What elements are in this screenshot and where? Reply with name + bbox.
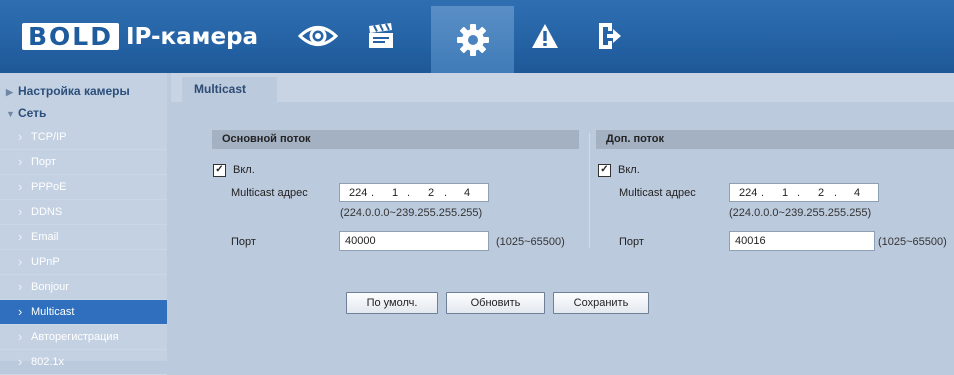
ip-dot: . [407,187,411,199]
sidebar: ▶Настройка камеры ▼Сеть TCP/IP Порт PPPo… [0,73,167,375]
logout-icon [599,23,621,49]
sidebar-group-camera[interactable]: ▶ Настройка камеры [0,79,167,103]
sidebar-group-network[interactable]: ▼ Сеть [0,101,167,125]
tab-multicast[interactable]: Multicast [182,77,277,102]
section-divider [589,133,590,248]
brand-logo: BOLD IP-камера [22,23,259,51]
playback-nav[interactable] [360,14,402,58]
sub-stream-port-input[interactable]: 40016 [729,231,875,251]
logo-mark: BOLD [22,23,119,51]
default-button[interactable]: По умолч. [346,292,438,314]
top-header: BOLD IP-камера [0,0,954,73]
app-title: IP-камера [126,23,259,50]
sidebar-item-pppoe[interactable]: PPPoE [0,175,167,200]
ip-octet: 224 [349,187,368,199]
main-stream-enable-checkbox[interactable]: ✓ [213,164,226,177]
ip-octet: 224 [739,187,758,199]
sidebar-group-label: Настройка камеры [18,84,130,98]
tab-bar: Multicast [171,73,954,102]
ip-octet: 1 [782,187,789,199]
ip-octet: 4 [854,187,861,199]
sidebar-item-email[interactable]: Email [0,225,167,250]
refresh-button[interactable]: Обновить [446,292,545,314]
main-stream-address-label: Multicast адрес [231,187,308,199]
sub-stream-address-label: Multicast адрес [619,187,696,199]
sidebar-item-ddns[interactable]: DDNS [0,200,167,225]
sidebar-item-multicast[interactable]: Multicast [0,300,167,325]
sub-stream-enable-label: Вкл. [618,164,640,176]
eye-icon [298,26,338,46]
logout-nav[interactable] [588,14,630,58]
live-view-nav[interactable] [297,14,339,58]
sub-stream-ip-range: (224.0.0.0~239.255.255.255) [729,207,872,219]
sidebar-item-upnp[interactable]: UPnP [0,250,167,275]
alarm-nav[interactable] [524,14,566,58]
save-button[interactable]: Сохранить [553,292,649,314]
main-content: Multicast Основной поток ✓ Вкл. Multicas… [171,73,954,361]
sidebar-item-autoregister[interactable]: Авторегистрация [0,325,167,350]
sub-stream-port-range: (1025~65500) [878,236,947,248]
main-stream-port-input[interactable]: 40000 [339,231,489,251]
clapperboard-icon [369,23,393,48]
ip-dot: . [761,187,765,199]
ip-dot: . [371,187,375,199]
main-stream-ip-range: (224.0.0.0~239.255.255.255) [340,207,483,219]
main-stream-header: Основной поток [212,130,579,149]
ip-octet: 4 [464,187,471,199]
main-stream-port-label: Порт [231,236,256,248]
ip-octet: 2 [428,187,435,199]
ip-dot: . [797,187,801,199]
caret-down-icon: ▼ [6,109,15,119]
ip-dot: . [444,187,448,199]
sub-stream-port-label: Порт [619,236,644,248]
sidebar-item-port[interactable]: Порт [0,150,167,175]
sidebar-item-bonjour[interactable]: Bonjour [0,275,167,300]
ip-octet: 2 [818,187,825,199]
ip-octet: 1 [392,187,399,199]
sidebar-group-label: Сеть [18,106,47,120]
settings-nav[interactable] [431,6,514,73]
main-stream-port-range: (1025~65500) [496,236,565,248]
sub-stream-ip-input[interactable]: 224 . 1 . 2 . 4 [729,183,879,202]
main-stream-ip-input[interactable]: 224 . 1 . 2 . 4 [339,183,489,202]
sidebar-item-8021x[interactable]: 802.1x [0,350,167,375]
sub-stream-enable-checkbox[interactable]: ✓ [598,164,611,177]
sidebar-item-tcpip[interactable]: TCP/IP [0,125,167,150]
gear-icon [456,23,489,56]
warning-icon [532,24,558,48]
main-stream-enable-label: Вкл. [233,164,255,176]
ip-dot: . [834,187,838,199]
sub-stream-header: Доп. поток [596,130,954,149]
